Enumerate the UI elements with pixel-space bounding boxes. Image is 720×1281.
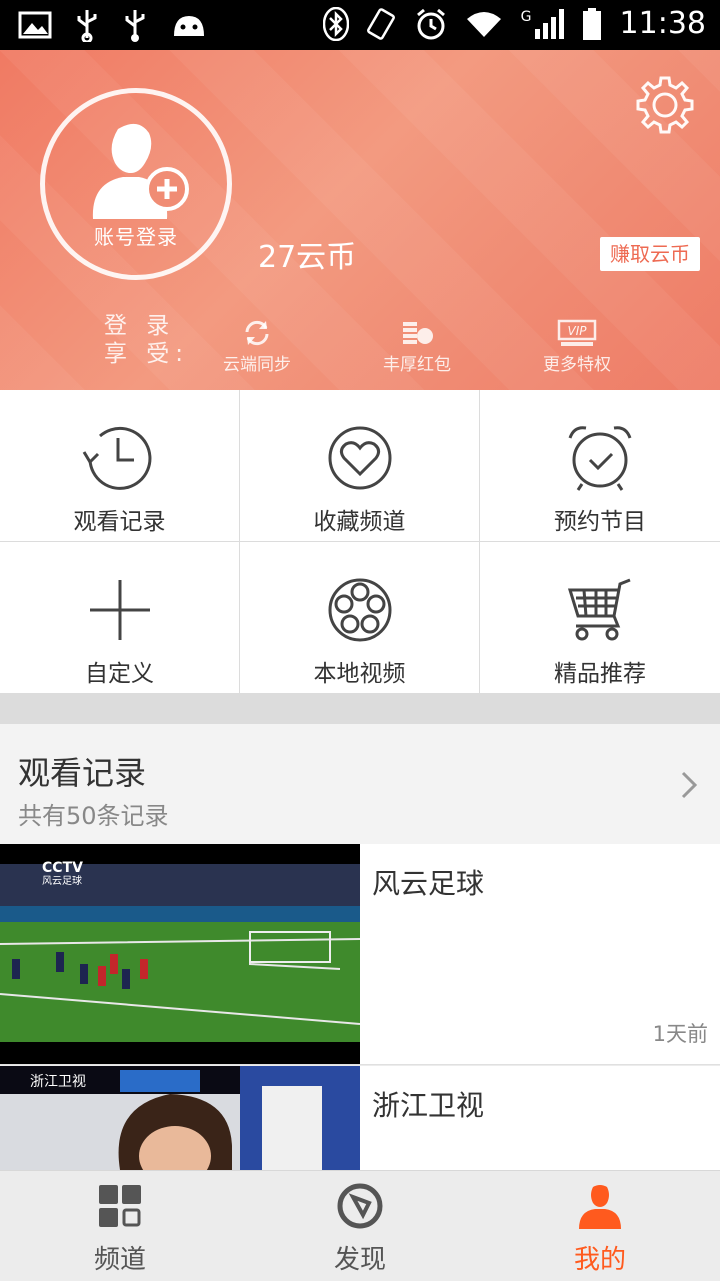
earn-coins-button[interactable]: 赚取云币 xyxy=(600,237,700,271)
video-thumbnail: 浙江卫视 xyxy=(0,1066,360,1170)
perk-red-packet: 丰厚红包 xyxy=(362,318,472,375)
soccer-thumbnail-image: CCTV 风云足球 xyxy=(0,844,360,1064)
feature-grid: 观看记录 收藏频道 预约节目 自定义 本地视频 精品推荐 xyxy=(0,390,720,694)
battery-icon xyxy=(582,7,601,40)
usb-icon-2 xyxy=(125,10,145,42)
profile-header: 账号登录 27云币 赚取云币 登 录 享 受: 云端同步 丰厚红包 VIP 更多… xyxy=(0,50,720,390)
grid-customize[interactable]: 自定义 xyxy=(0,542,240,694)
bottom-tab-bar: 频道 发现 我的 xyxy=(0,1170,720,1280)
settings-gear-icon[interactable] xyxy=(634,74,696,136)
grid-icon xyxy=(99,1185,141,1227)
chevron-right-icon xyxy=(681,771,698,799)
grid-watch-history[interactable]: 观看记录 xyxy=(0,390,240,542)
login-enjoy-label: 登 录 享 受: xyxy=(104,313,190,367)
alarm-clock-icon xyxy=(568,426,632,491)
image-notification-icon xyxy=(18,11,52,39)
clock-history-icon xyxy=(82,426,152,490)
svg-text:CCTV: CCTV xyxy=(42,860,83,876)
grid-recommendations[interactable]: 精品推荐 xyxy=(480,542,720,694)
coins-balance: 27云币 xyxy=(258,240,357,275)
rotation-icon xyxy=(366,7,395,40)
avatar-login-label: 账号登录 xyxy=(94,225,178,249)
plus-icon xyxy=(90,580,150,640)
heart-icon xyxy=(328,426,392,490)
history-item-title: 浙江卫视 xyxy=(372,1089,485,1122)
add-user-icon xyxy=(92,123,189,219)
status-bar: G 11:38 xyxy=(0,0,720,50)
tab-discover-label: 发现 xyxy=(333,1245,386,1275)
person-icon xyxy=(579,1185,621,1229)
grid-local-video[interactable]: 本地视频 xyxy=(240,542,480,694)
grid-favorite-channels[interactable]: 收藏频道 xyxy=(240,390,480,542)
android-icon xyxy=(174,16,204,36)
compass-icon xyxy=(337,1183,383,1229)
watch-history-count: 共有50条记录 xyxy=(18,802,169,830)
history-item[interactable]: CCTV 风云足球 风云足球 1天前 xyxy=(0,844,720,1065)
login-avatar-button[interactable]: 账号登录 xyxy=(40,88,232,280)
signal-icon: G xyxy=(521,8,564,39)
film-reel-icon xyxy=(328,578,392,642)
sync-icon xyxy=(245,320,269,346)
clock-time: 11:38 xyxy=(619,6,706,41)
coins-icon xyxy=(403,322,433,344)
section-divider xyxy=(0,694,720,724)
wifi-icon xyxy=(466,11,501,37)
tab-mine-label: 我的 xyxy=(573,1245,626,1275)
alarm-icon xyxy=(416,8,445,39)
grid-scheduled-programs[interactable]: 预约节目 xyxy=(480,390,720,542)
history-item[interactable]: 浙江卫视 浙江卫视 xyxy=(0,1066,720,1170)
vip-icon: VIP xyxy=(557,319,597,346)
zhejiang-tv-thumbnail-image: 浙江卫视 xyxy=(0,1066,360,1170)
tab-channels[interactable]: 频道 xyxy=(0,1171,240,1281)
watch-history-title: 观看记录 xyxy=(18,754,147,792)
perk-vip-privilege: VIP 更多特权 xyxy=(522,318,632,375)
watch-history-header[interactable]: 观看记录 共有50条记录 xyxy=(0,724,720,844)
tab-channels-label: 频道 xyxy=(93,1245,146,1275)
tab-discover[interactable]: 发现 xyxy=(240,1171,480,1281)
tab-mine[interactable]: 我的 xyxy=(480,1171,720,1281)
svg-text:风云足球: 风云足球 xyxy=(42,874,82,887)
video-thumbnail: CCTV 风云足球 xyxy=(0,844,360,1064)
usb-icon xyxy=(77,10,97,42)
bluetooth-icon xyxy=(322,6,349,41)
svg-text:VIP: VIP xyxy=(568,324,588,338)
perk-cloud-sync: 云端同步 xyxy=(202,318,312,375)
history-item-time: 1天前 xyxy=(652,1022,708,1046)
svg-text:浙江卫视: 浙江卫视 xyxy=(30,1074,86,1090)
cart-icon xyxy=(567,578,631,641)
history-item-title: 风云足球 xyxy=(372,867,485,900)
